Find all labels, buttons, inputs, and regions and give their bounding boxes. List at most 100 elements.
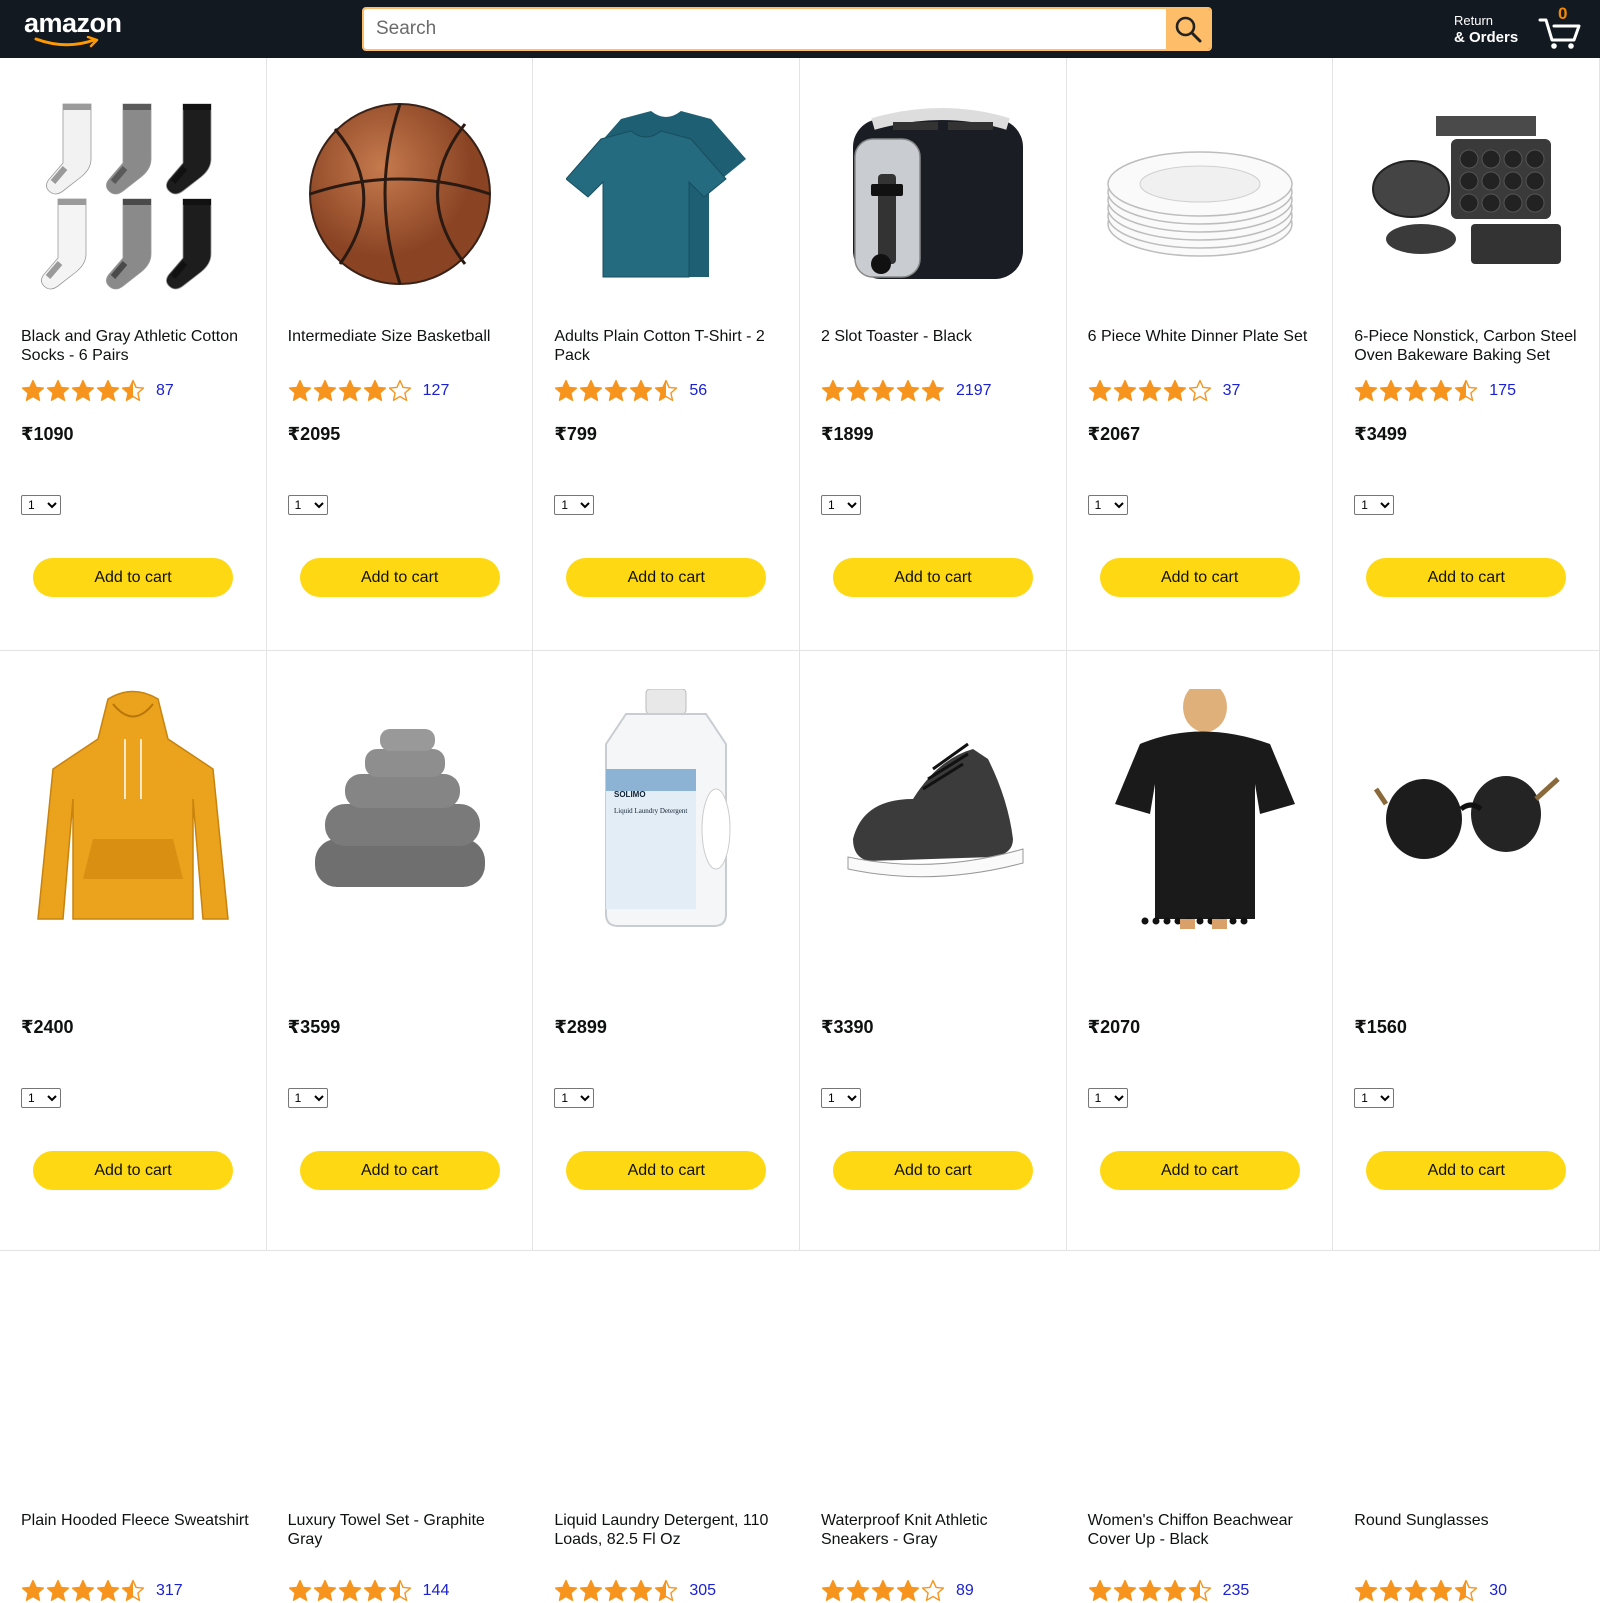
search-icon <box>1175 16 1202 43</box>
rating-count-link[interactable]: 144 <box>423 1582 450 1600</box>
star-icon <box>1355 379 1378 401</box>
star-icon <box>1380 379 1403 401</box>
rating-count-link[interactable]: 37 <box>1223 382 1241 400</box>
quantity-select[interactable]: 1 <box>21 1088 61 1108</box>
quantity-select[interactable]: 1 <box>820 495 861 515</box>
product-image-bakeware[interactable] <box>1366 94 1566 294</box>
product-price: ₹2070 <box>1087 1017 1141 1037</box>
product-card: Plain Hooded Fleece Sweatshirt 317 ₹2400… <box>0 651 267 1601</box>
product-price: ₹799 <box>554 424 597 444</box>
product-image-sneakers[interactable] <box>833 689 1033 929</box>
product-price: ₹3390 <box>820 1017 874 1037</box>
add-to-cart-button[interactable]: Add to cart <box>1099 558 1300 597</box>
star-icon <box>46 379 70 401</box>
product-name: 6-Piece Nonstick, Carbon Steel Oven Bake… <box>1354 328 1577 364</box>
rating-count-link[interactable]: 305 <box>689 1582 716 1600</box>
product-rating: 317 <box>21 1579 183 1603</box>
cart-button[interactable]: 0 <box>1534 4 1584 54</box>
product-name: Liquid Laundry Detergent, 110 Loads, 82.… <box>554 1512 769 1548</box>
add-to-cart-button[interactable]: Add to cart <box>566 558 767 597</box>
rating-stars <box>1354 379 1478 403</box>
rating-count-link[interactable]: 127 <box>423 382 450 400</box>
rating-count-link[interactable]: 30 <box>1489 1582 1507 1600</box>
add-to-cart-button[interactable]: Add to cart <box>566 1151 767 1190</box>
add-to-cart-button[interactable]: Add to cart <box>33 1151 233 1190</box>
rating-stars <box>288 379 412 403</box>
product-card: Women's Chiffon Beachwear Cover Up - Bla… <box>1066 651 1334 1601</box>
star-icon <box>580 379 603 401</box>
rating-count-link[interactable]: 2197 <box>956 382 992 400</box>
product-image-socks[interactable] <box>33 94 233 294</box>
add-to-cart-button[interactable]: Add to cart <box>299 558 500 597</box>
rating-count-link[interactable]: 175 <box>1489 382 1516 400</box>
quantity-select[interactable]: 1 <box>287 495 328 515</box>
rating-stars <box>554 1579 678 1603</box>
quantity-select[interactable]: 1 <box>1354 1088 1395 1108</box>
cart-icon <box>1538 18 1581 49</box>
search-input[interactable] <box>364 9 1166 49</box>
quantity-select[interactable]: 1 <box>21 495 61 515</box>
quantity-select[interactable]: 1 <box>554 1088 595 1108</box>
star-icon <box>96 1579 120 1601</box>
star-icon <box>555 379 578 401</box>
rating-stars <box>21 379 145 403</box>
search-button[interactable] <box>1166 9 1210 49</box>
star-icon <box>921 1579 945 1601</box>
product-card: Round Sunglasses 30 ₹1560 1 Add to cart <box>1333 651 1600 1601</box>
amazon-logo[interactable]: amazon <box>24 8 134 48</box>
star-icon <box>605 379 628 401</box>
add-to-cart-button[interactable]: Add to cart <box>1366 1151 1567 1190</box>
rating-count-link[interactable]: 317 <box>156 1582 183 1600</box>
add-to-cart-button[interactable]: Add to cart <box>33 558 233 597</box>
star-icon <box>1188 1579 1211 1601</box>
quantity-select[interactable]: 1 <box>1354 495 1395 515</box>
add-to-cart-button[interactable]: Add to cart <box>832 1151 1033 1190</box>
add-to-cart-button[interactable]: Add to cart <box>1366 558 1567 597</box>
add-to-cart-button[interactable]: Add to cart <box>299 1151 500 1190</box>
product-image-tshirt[interactable] <box>566 94 766 294</box>
star-icon <box>655 1579 678 1601</box>
product-rating: 30 <box>1354 1579 1507 1603</box>
product-name: Black and Gray Athletic Cotton Socks - 6… <box>21 328 238 364</box>
rating-count-link[interactable]: 89 <box>956 1582 974 1600</box>
rating-count-link[interactable]: 56 <box>689 382 707 400</box>
rating-count-link[interactable]: 87 <box>156 382 174 400</box>
star-icon <box>363 1579 386 1601</box>
quantity-select[interactable]: 1 <box>1087 1088 1128 1108</box>
star-icon <box>21 1579 45 1601</box>
rating-count-link[interactable]: 235 <box>1223 1582 1250 1600</box>
star-icon <box>121 379 145 401</box>
star-icon <box>1088 379 1111 401</box>
quantity-select[interactable]: 1 <box>287 1088 328 1108</box>
add-to-cart-button[interactable]: Add to cart <box>1099 1151 1300 1190</box>
star-icon <box>46 1579 70 1601</box>
star-icon <box>1088 1579 1111 1601</box>
product-image-coverup[interactable] <box>1100 689 1300 929</box>
quantity-select[interactable]: 1 <box>1087 495 1128 515</box>
logo-smile-icon <box>34 36 99 48</box>
star-icon <box>655 379 678 401</box>
product-image-toaster[interactable] <box>833 94 1033 294</box>
product-image-basketball[interactable] <box>300 94 500 294</box>
product-card: 2 Slot Toaster - Black 2197 ₹1899 1 Add … <box>799 58 1067 651</box>
product-grid: Black and Gray Athletic Cotton Socks - 6… <box>0 58 1600 1601</box>
product-card: Waterproof Knit Athletic Sneakers - Gray… <box>799 651 1067 1601</box>
product-image-hoodie[interactable] <box>33 689 233 929</box>
star-icon <box>1163 379 1186 401</box>
product-price: ₹2067 <box>1087 424 1141 444</box>
product-name: Women's Chiffon Beachwear Cover Up - Bla… <box>1087 1512 1293 1548</box>
product-card: 6-Piece Nonstick, Carbon Steel Oven Bake… <box>1333 58 1600 651</box>
product-image-plates[interactable] <box>1100 94 1300 294</box>
returns-orders-link[interactable]: Return & Orders <box>1454 12 1518 46</box>
quantity-select[interactable]: 1 <box>554 495 595 515</box>
product-rating: 235 <box>1088 1579 1250 1603</box>
product-image-detergent[interactable]: SOLIMO Liquid Laundry Detergent <box>566 689 766 929</box>
product-rating: 144 <box>288 1579 450 1603</box>
add-to-cart-button[interactable]: Add to cart <box>832 558 1033 597</box>
product-name: 6 Piece White Dinner Plate Set <box>1087 328 1308 345</box>
quantity-select[interactable]: 1 <box>820 1088 861 1108</box>
product-image-towels[interactable] <box>300 689 500 929</box>
product-image-sunglasses[interactable] <box>1366 689 1566 929</box>
star-icon <box>896 1579 920 1601</box>
product-price: ₹2899 <box>554 1017 607 1037</box>
